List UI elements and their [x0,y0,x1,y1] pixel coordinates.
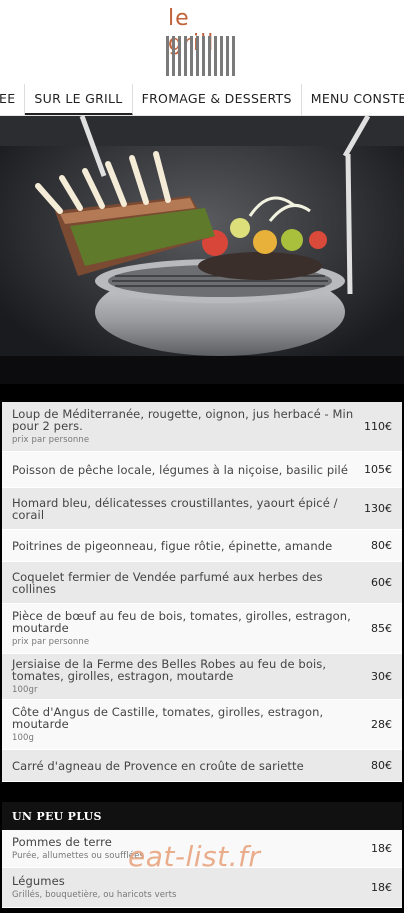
menu-row: Poisson de pêche locale, légumes à la ni… [2,452,402,488]
dish-note: prix par personne [12,434,90,445]
dish-price: 80€ [371,539,392,552]
dish-name-text: Poitrines de pigeonneau, figue rôtie, ép… [12,538,333,553]
dish-price: 60€ [371,576,392,589]
dish-name-text: Pièce de bœuf au feu de bois, tomates, g… [12,608,351,635]
dish-note: Purée, allumettes ou soufflées [12,850,144,861]
dish-price: 28€ [371,718,392,731]
menu-row: Jersiaise de la Ferme des Belles Robes a… [2,654,402,700]
dish-name: Pièce de bœuf au feu de bois, tomates, g… [12,610,362,648]
dish-price: 130€ [364,502,392,515]
grilled-lamb-image [0,116,404,384]
dish-name: Coquelet fermier de Vendée parfumé aux h… [12,571,362,595]
menu-row: Pièce de bœuf au feu de bois, tomates, g… [2,604,402,654]
page: le grill EESUR LE GRILLFROMAGE & DESSERT… [0,0,404,913]
header: le grill [0,0,404,84]
dish-name-text: Pommes de terre [12,834,112,849]
dish-price: 30€ [371,670,392,683]
spacer [0,384,404,402]
category-nav: EE SUR LE GRILL FROMAGE & DESSERTS MENU CON… [0,84,404,116]
dish-note: 100gr [12,684,38,695]
dish-name-text: Loup de Méditerranée, rougette, oignon, … [12,406,354,433]
dish-name-text: Jersiaise de la Ferme des Belles Robes a… [12,656,327,683]
menu-row: Coquelet fermier de Vendée parfumé aux h… [2,562,402,604]
dish-name: Côte d'Angus de Castille, tomates, girol… [12,706,362,744]
dish-name: Pommes de terre Purée, allumettes ou souf… [12,836,144,862]
logo-bars-icon [166,36,236,76]
dish-price: 105€ [364,463,392,476]
menu-row: Carré d'agneau de Provence en croûte de … [2,750,402,782]
dish-note: 100g [12,732,35,743]
menu-row: Côte d'Angus de Castille, tomates, girol… [2,700,402,750]
nav-item[interactable]: EE [0,84,26,115]
dish-price: 110€ [364,420,392,433]
section-title: UN PEU PLUS [2,802,402,830]
dish-name: Homard bleu, délicatesses croustillantes… [12,497,362,521]
menu-row: Loup de Méditerranée, rougette, oignon, … [2,402,402,452]
dish-price: 80€ [371,759,392,772]
dish-name: Carré d'agneau de Provence en croûte de … [12,760,304,772]
dish-price: 85€ [371,622,392,635]
dish-name: Jersiaise de la Ferme des Belles Robes a… [12,658,362,696]
menu-row: Homard bleu, délicatesses croustillantes… [2,488,402,530]
menu-row: Légumes Grillés, bouquetière, ou haricots… [2,868,402,908]
logo[interactable]: le grill [160,6,240,78]
dish-name: Poisson de pêche locale, légumes à la ni… [12,464,348,476]
dish-note: prix par personne [12,636,90,647]
nav-item[interactable]: FROMAGE & DESSERTS [133,84,302,115]
watermark: eat-list.fr [128,840,261,873]
dish-name-text: Côte d'Angus de Castille, tomates, girol… [12,704,324,731]
menu-list: Loup de Méditerranée, rougette, oignon, … [2,402,402,782]
dish-name-text: Légumes [12,873,65,888]
menu-row: Poitrines de pigeonneau, figue rôtie, ép… [2,530,402,562]
dish-note: Grillés, bouquetière, ou haricots verts [12,889,177,900]
hero-image [0,116,404,384]
nav-item[interactable]: SUR LE GRILL [25,84,133,115]
dish-name-text: Homard bleu, délicatesses croustillantes… [12,495,338,522]
dish-name: Légumes Grillés, bouquetière, ou haricots… [12,875,177,901]
dish-name: Poitrines de pigeonneau, figue rôtie, ép… [12,540,332,552]
dish-name-text: Poisson de pêche locale, légumes à la ni… [12,462,349,477]
dish-name-text: Coquelet fermier de Vendée parfumé aux h… [12,569,323,596]
dish-price: 18€ [371,842,392,855]
dish-name: Loup de Méditerranée, rougette, oignon, … [12,408,362,446]
nav-item[interactable]: MENU CONSTELL [302,84,404,115]
dish-price: 18€ [371,881,392,894]
dish-name-text: Carré d'agneau de Provence en croûte de … [12,758,304,773]
